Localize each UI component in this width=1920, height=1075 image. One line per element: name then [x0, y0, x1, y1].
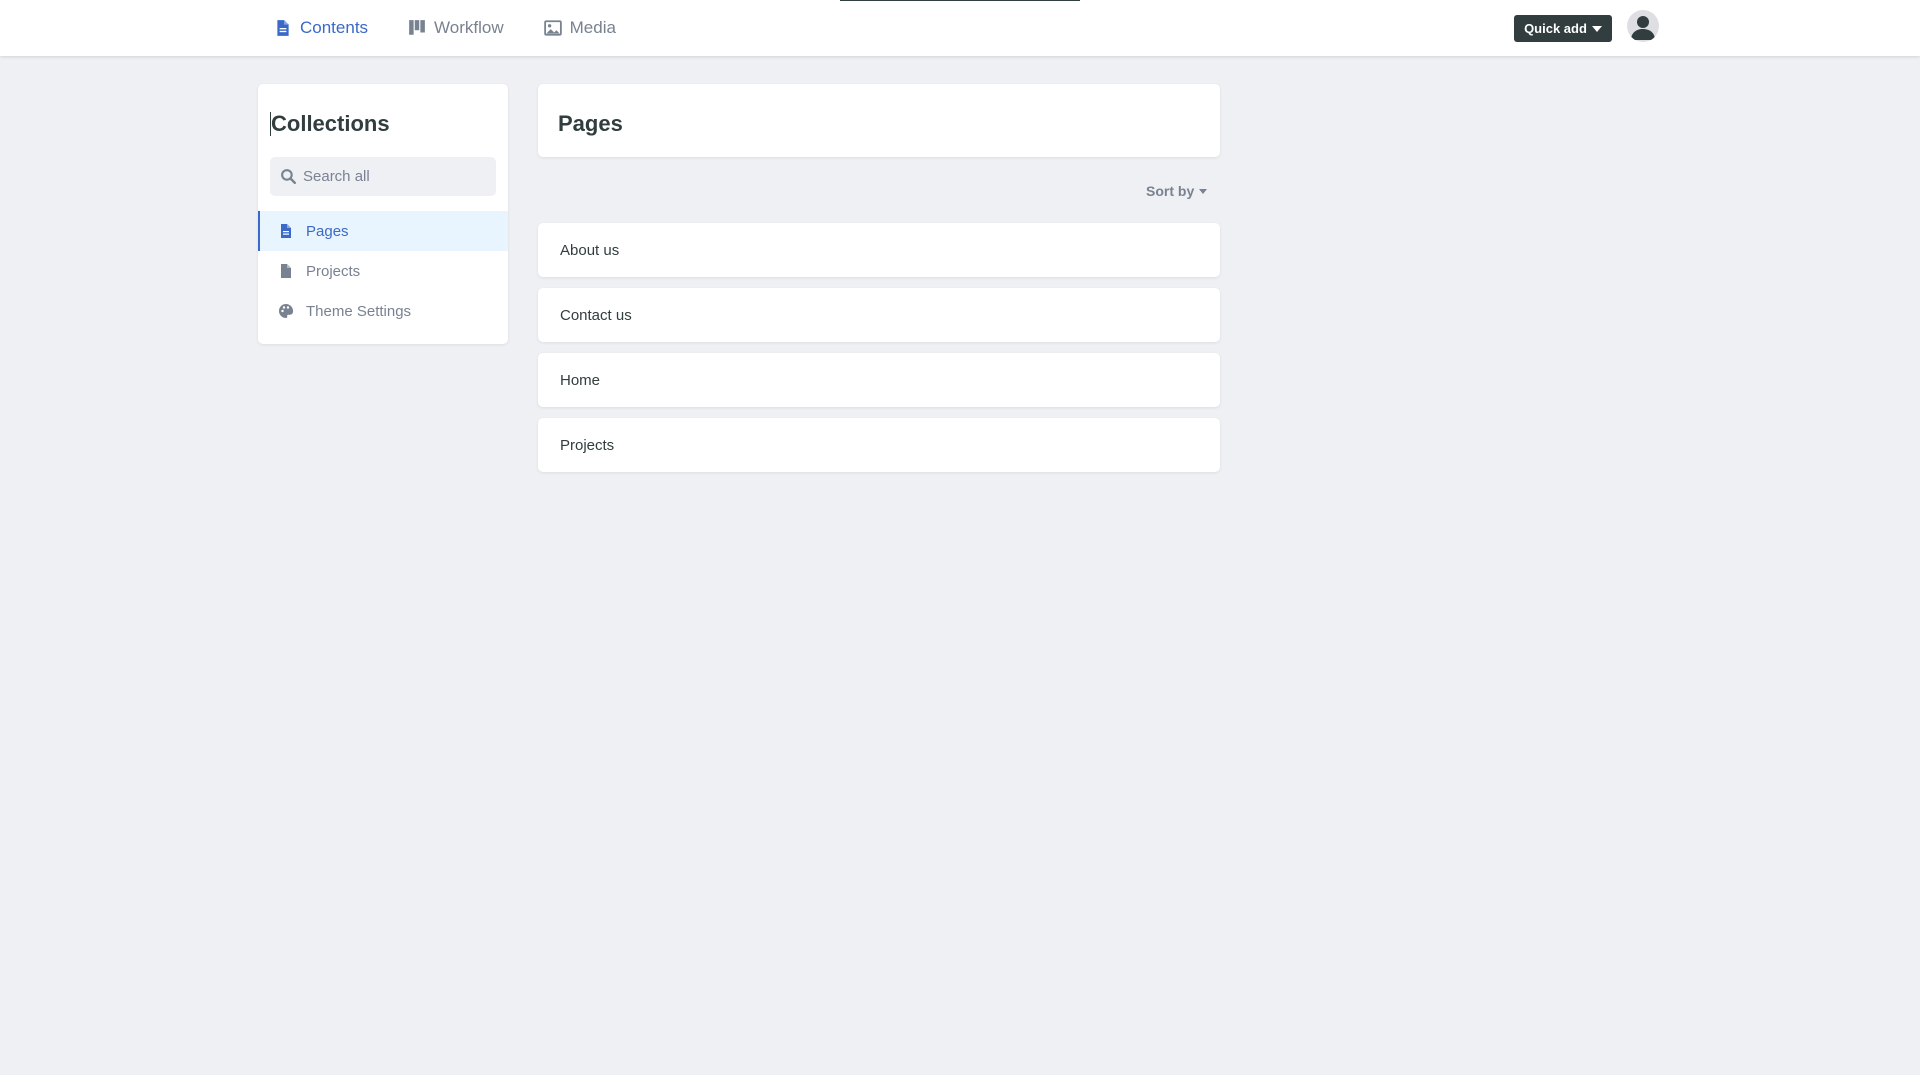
- sort-by-dropdown[interactable]: Sort by: [1146, 183, 1208, 199]
- search-box[interactable]: [270, 157, 496, 196]
- search-input[interactable]: [303, 168, 493, 185]
- sidebar-title: Collections: [270, 111, 390, 136]
- main-nav: Contents Workflow Media: [274, 0, 656, 56]
- sort-by-label: Sort by: [1146, 183, 1195, 199]
- nav-item-label: Workflow: [434, 18, 504, 37]
- list-item[interactable]: Contact us: [538, 288, 1220, 342]
- nav-item-label: Media: [569, 18, 616, 37]
- sidebar-item-label: Pages: [306, 222, 349, 240]
- nav-item-workflow[interactable]: Workflow: [408, 0, 504, 56]
- kanban-icon: [409, 20, 425, 35]
- document-icon: [281, 224, 291, 238]
- palette-icon: [279, 303, 294, 318]
- loading-progress-bar: [840, 0, 1080, 1]
- sidebar-item-pages[interactable]: Pages: [258, 211, 508, 251]
- avatar[interactable]: [1627, 10, 1659, 42]
- sidebar-item-label: Projects: [306, 262, 361, 280]
- quick-add-button[interactable]: Quick add: [1514, 15, 1612, 42]
- chevron-down-icon: [1591, 25, 1602, 32]
- image-icon: [543, 20, 562, 36]
- nav-item-label: Contents: [300, 18, 369, 37]
- list-item[interactable]: About us: [538, 223, 1220, 277]
- document-icon: [277, 20, 289, 36]
- nav-item-media[interactable]: Media: [543, 0, 616, 56]
- top-bar: Contents Workflow Media Quick add: [0, 0, 1920, 56]
- list-item[interactable]: Projects: [538, 418, 1220, 472]
- quick-add-label: Quick add: [1524, 21, 1587, 36]
- document-icon: [281, 264, 291, 278]
- page-title: Pages: [558, 111, 623, 136]
- sidebar-item-label: Theme Settings: [306, 302, 412, 320]
- list-item[interactable]: Home: [538, 353, 1220, 407]
- collection-header: Pages: [538, 84, 1220, 157]
- search-icon: [281, 169, 297, 185]
- nav-item-contents[interactable]: Contents: [274, 0, 368, 56]
- sidebar-item-projects[interactable]: Projects: [258, 251, 508, 291]
- sidebar-item-theme-settings[interactable]: Theme Settings: [258, 291, 508, 331]
- entries-list: About us Contact us Home Projects: [538, 223, 1220, 483]
- user-icon: [1631, 16, 1655, 40]
- chevron-down-icon: [1199, 188, 1208, 194]
- collections-sidebar: Collections Pages Projects Theme Setting…: [258, 84, 508, 344]
- collection-list: Pages Projects Theme Settings: [258, 211, 508, 331]
